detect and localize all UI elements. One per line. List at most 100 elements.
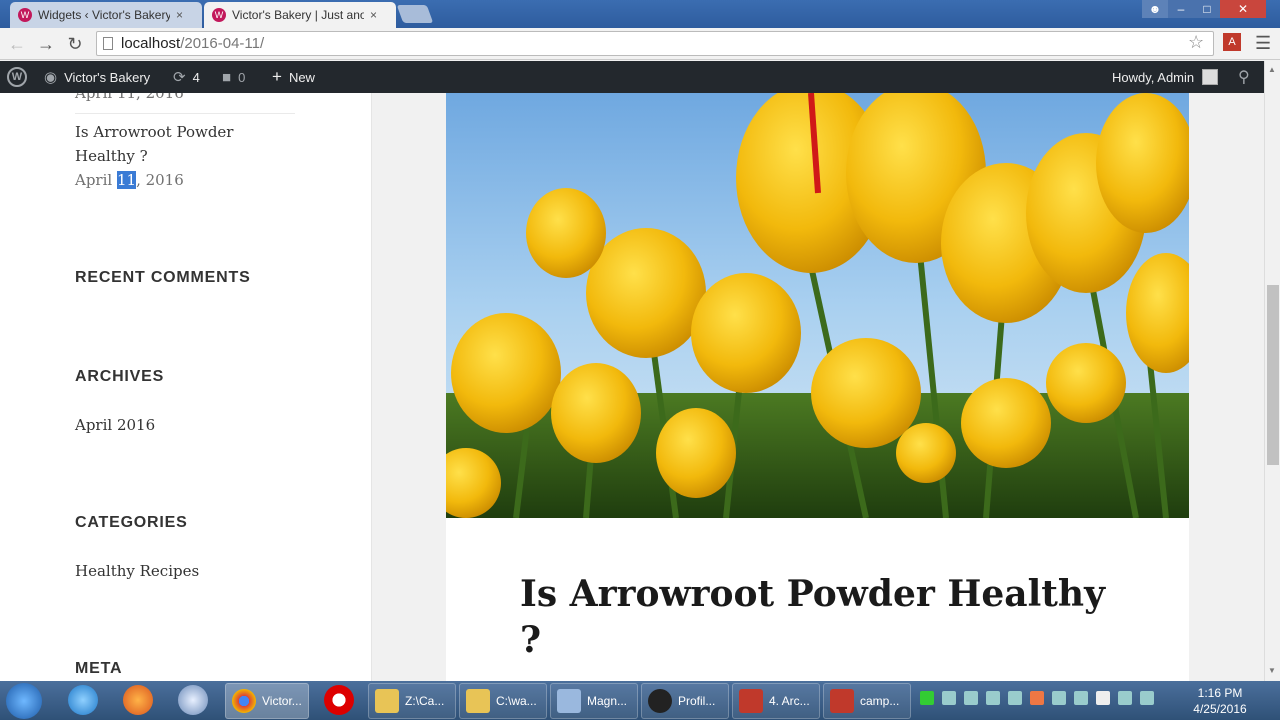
date-day-selected: 11	[116, 171, 137, 189]
wordpress-logo-icon: W	[7, 67, 27, 87]
obs-icon	[648, 689, 672, 713]
taskbar-pdf-camp[interactable]: camp...	[823, 683, 911, 719]
date-year: , 2016	[136, 171, 184, 189]
window-controls: ☻ – □ ✕	[1142, 0, 1266, 20]
back-arrow-icon[interactable]: ←	[6, 33, 28, 55]
meta-heading: META	[75, 660, 123, 677]
magnifier-icon	[557, 689, 581, 713]
taskbar-folder-c[interactable]: C:\wa...	[459, 683, 547, 719]
updates-link[interactable]: ⟳ 4	[173, 61, 200, 93]
acrobat-extension-icon[interactable]: A	[1223, 33, 1241, 51]
taskbar-clock[interactable]: 1:16 PM 4/25/2016	[1186, 685, 1254, 717]
firefox-icon[interactable]	[123, 685, 153, 715]
internet-explorer-icon[interactable]	[68, 685, 98, 715]
page-scrollbar[interactable]: ▲ ▼	[1264, 61, 1280, 681]
volume-icon[interactable]	[1096, 691, 1110, 705]
forward-arrow-icon[interactable]: →	[35, 33, 57, 55]
tray-app-icon[interactable]	[1030, 691, 1044, 705]
user-profile-icon[interactable]: ☻	[1142, 0, 1168, 18]
plus-icon: +	[272, 67, 282, 86]
archive-link[interactable]: April 2016	[75, 416, 155, 434]
tray-app-icon[interactable]	[920, 691, 934, 705]
post-title-line2: ?	[520, 619, 542, 661]
recent-post-date: April 11, 2016	[75, 171, 184, 189]
browser-toolbar: ← → ↻ localhost /2016-04-11/ ☆ A ☰	[0, 28, 1280, 60]
opera-icon[interactable]	[324, 685, 354, 715]
pdf-icon	[739, 689, 763, 713]
network-icon[interactable]	[1118, 691, 1132, 705]
taskbar-label: Victor...	[262, 694, 302, 708]
taskbar-folder-z[interactable]: Z:\Ca...	[368, 683, 456, 719]
tab-victors-bakery[interactable]: W Victor's Bakery | Just anot ×	[204, 2, 396, 28]
tray-app-icon[interactable]	[1008, 691, 1022, 705]
home-dashboard-icon: ◉	[44, 69, 58, 86]
start-button[interactable]	[6, 683, 42, 719]
categories-heading: CATEGORIES	[75, 514, 188, 531]
category-link[interactable]: Healthy Recipes	[75, 562, 199, 580]
clock-date: 4/25/2016	[1193, 702, 1247, 716]
chrome-menu-icon[interactable]: ☰	[1255, 33, 1271, 54]
taskbar-chrome[interactable]: Victor...	[225, 683, 309, 719]
taskbar-label: Z:\Ca...	[405, 694, 445, 708]
tab-label: Widgets ‹ Victor's Bakery	[38, 8, 170, 22]
recent-post-title-line2: Healthy ?	[75, 147, 148, 165]
recent-post-title-line1: Is Arrowroot Powder	[75, 123, 234, 141]
tray-app-icon[interactable]	[964, 691, 978, 705]
taskbar-label: Magn...	[587, 694, 628, 708]
comments-link[interactable]: ■ 0	[222, 61, 245, 93]
new-content-link[interactable]: + New	[272, 61, 315, 93]
bookmark-star-icon[interactable]: ☆	[1188, 32, 1204, 53]
maximize-button[interactable]: □	[1194, 0, 1220, 18]
taskbar-profiler[interactable]: Profil...	[641, 683, 729, 719]
scroll-up-arrow-icon[interactable]: ▲	[1268, 65, 1276, 74]
recent-comments-heading: RECENT COMMENTS	[75, 269, 251, 286]
widget-sidebar: April 11, 2016 Is Arrowroot Powder Healt…	[0, 93, 372, 681]
safari-icon[interactable]	[178, 685, 208, 715]
tray-flag-icon[interactable]	[986, 691, 1000, 705]
taskbar-label: 4. Arc...	[769, 694, 810, 708]
wp-logo-button[interactable]: W	[7, 61, 27, 93]
post-title: Is Arrowroot Powder Healthy ?	[520, 571, 1140, 663]
tab-close-icon[interactable]: ×	[370, 8, 377, 22]
tray-app-icon[interactable]	[942, 691, 956, 705]
avatar	[1202, 69, 1219, 85]
tab-label: Victor's Bakery | Just anot	[232, 8, 364, 22]
divider	[75, 113, 295, 114]
taskbar-label: Profil...	[678, 694, 716, 708]
taskbar-magnifier[interactable]: Magn...	[550, 683, 638, 719]
archives-heading: ARCHIVES	[75, 368, 165, 385]
pdf-icon	[830, 689, 854, 713]
address-bar[interactable]: localhost /2016-04-11/	[96, 31, 1214, 56]
browser-titlebar: W Widgets ‹ Victor's Bakery × W Victor's…	[0, 0, 1280, 28]
taskbar-pdf-arc[interactable]: 4. Arc...	[732, 683, 820, 719]
taskbar-label: camp...	[860, 694, 900, 708]
new-tab-button[interactable]	[396, 5, 434, 23]
scroll-down-arrow-icon[interactable]: ▼	[1268, 666, 1276, 675]
tray-app-icon[interactable]	[1074, 691, 1088, 705]
wordpress-favicon-icon: W	[212, 8, 226, 22]
search-button[interactable]: ⚲	[1238, 61, 1257, 93]
comments-count: 0	[238, 69, 246, 85]
folder-icon	[375, 689, 399, 713]
my-account-link[interactable]: Howdy, Admin	[1112, 61, 1219, 93]
reload-icon[interactable]: ↻	[64, 33, 86, 55]
tab-close-icon[interactable]: ×	[176, 8, 183, 22]
updates-count: 4	[192, 69, 200, 85]
clock-time: 1:16 PM	[1197, 686, 1243, 700]
updates-icon: ⟳	[173, 69, 186, 86]
minimize-button[interactable]: –	[1168, 0, 1194, 18]
featured-image[interactable]	[446, 93, 1189, 518]
tray-app-icon[interactable]	[1140, 691, 1154, 705]
recent-post-link[interactable]: Is Arrowroot Powder Healthy ?	[75, 123, 233, 165]
page-viewport: April 11, 2016 Is Arrowroot Powder Healt…	[0, 93, 1264, 681]
tab-widgets[interactable]: W Widgets ‹ Victor's Bakery ×	[10, 2, 202, 28]
page-icon	[103, 37, 113, 50]
tray-app-icon[interactable]	[1052, 691, 1066, 705]
tulips-image	[446, 93, 1189, 518]
site-name-link[interactable]: ◉ Victor's Bakery	[44, 61, 150, 93]
url-path: /2016-04-11/	[180, 35, 265, 52]
wordpress-favicon-icon: W	[18, 8, 32, 22]
scroll-thumb[interactable]	[1267, 285, 1279, 465]
close-window-button[interactable]: ✕	[1220, 0, 1266, 18]
comment-bubble-icon: ■	[222, 68, 232, 86]
